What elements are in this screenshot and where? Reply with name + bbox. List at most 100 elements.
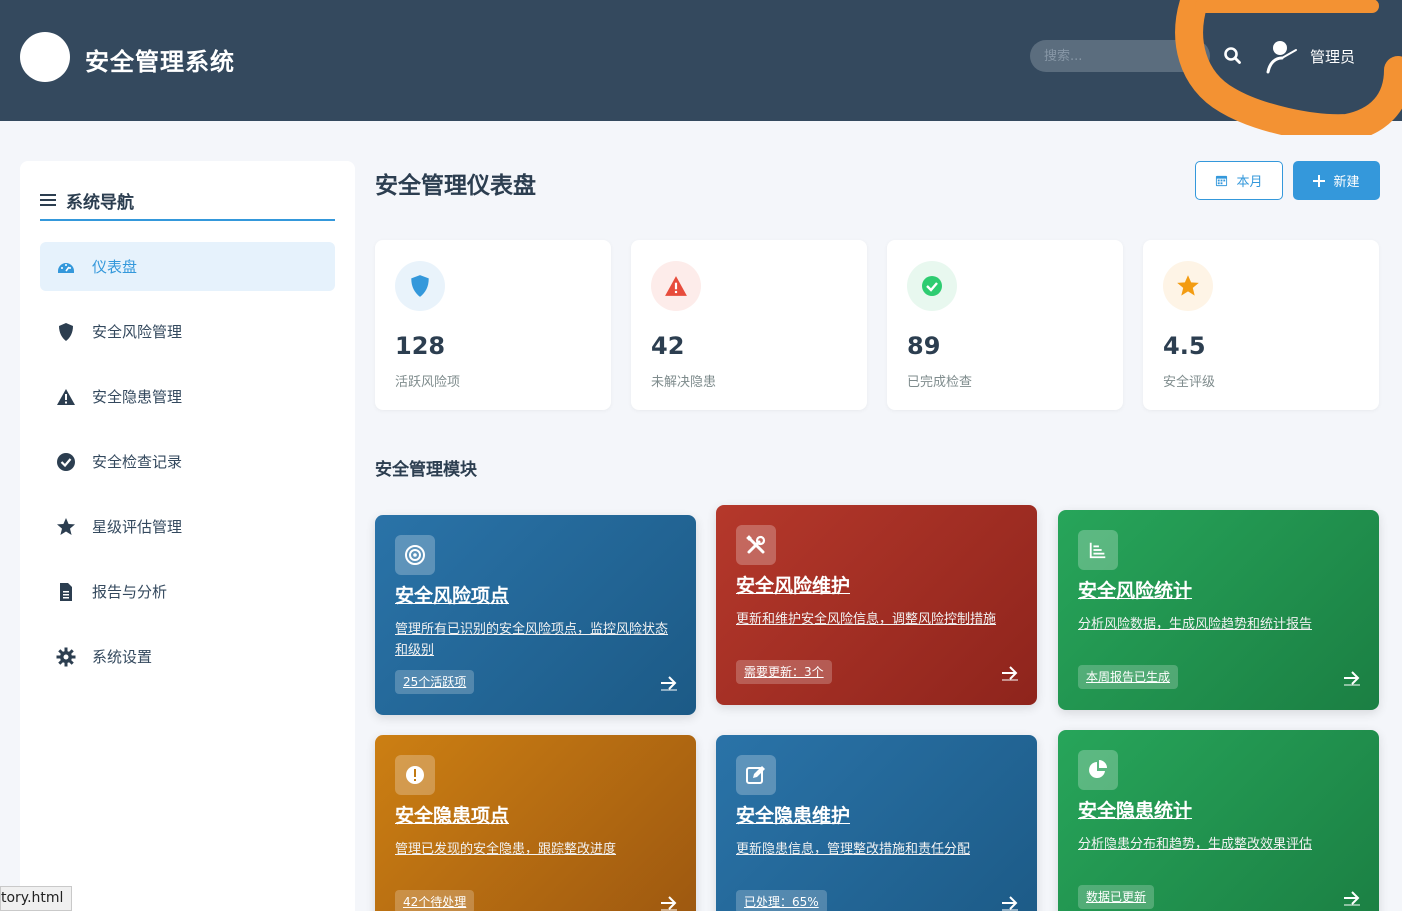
module-desc: 管理所有已识别的安全风险项点，监控风险状态和级别 <box>395 622 669 658</box>
stat-icon-wrap <box>1163 261 1213 311</box>
stat-card-hazard: 42 未解决隐患 <box>631 240 867 410</box>
module-desc: 分析隐患分布和趋势，生成整改效果评估 <box>1078 837 1313 852</box>
arrow-right-icon[interactable] <box>1001 895 1019 911</box>
module-title: 安全风险项点 <box>395 585 510 607</box>
arrow-right-icon[interactable] <box>1343 670 1361 686</box>
app-title: 安全管理系统 <box>85 48 235 76</box>
sidebar-item-label: 安全检查记录 <box>92 453 183 471</box>
module-title: 安全风险维护 <box>736 575 851 597</box>
menu-icon <box>40 194 56 206</box>
arrow-right-icon[interactable] <box>660 675 678 691</box>
arrow-right-icon[interactable] <box>660 895 678 911</box>
month-filter-label: 本月 <box>1236 175 1263 190</box>
bar-chart-icon <box>1089 542 1106 559</box>
search-icon <box>1224 47 1241 64</box>
module-title: 安全隐患统计 <box>1078 800 1193 822</box>
module-card-risk-maintenance[interactable]: 安全风险维护 更新和维护安全风险信息，调整风险控制措施 需要更新：3个 <box>716 505 1037 705</box>
stat-label: 安全评级 <box>1163 375 1216 390</box>
module-icon-wrap <box>395 535 435 575</box>
sidebar-item-label: 星级评估管理 <box>92 518 183 536</box>
module-card-hazard-points[interactable]: 安全隐患项点 管理已发现的安全隐患，跟踪整改进度 42个待处理 <box>375 735 696 911</box>
module-badge: 需要更新：3个 <box>736 660 832 684</box>
month-filter-button[interactable]: 本月 <box>1195 161 1283 200</box>
sidebar-item-label: 系统设置 <box>92 648 153 666</box>
status-bar-url: tory.html <box>0 886 73 911</box>
sidebar-heading: 系统导航 <box>66 192 134 213</box>
module-title: 安全隐患维护 <box>736 805 851 827</box>
star-icon <box>57 517 75 535</box>
shield-icon <box>59 322 73 341</box>
module-card-hazard-statistics[interactable]: 安全隐患统计 分析隐患分布和趋势，生成整改效果评估 数据已更新 <box>1058 730 1379 911</box>
stat-card-risk: 128 活跃风险项 <box>375 240 611 410</box>
sidebar-item-label: 报告与分析 <box>92 583 168 601</box>
stat-card-rating: 4.5 安全评级 <box>1143 240 1379 410</box>
module-icon-wrap <box>395 755 435 795</box>
plus-icon <box>1313 174 1326 187</box>
module-card-risk-points[interactable]: 安全风险项点 管理所有已识别的安全风险项点，监控风险状态和级别 25个活跃项 <box>375 515 696 715</box>
edit-icon <box>746 766 765 784</box>
section-title: 安全管理模块 <box>375 460 477 480</box>
stat-value: 128 <box>395 332 446 360</box>
arrow-right-icon[interactable] <box>1001 665 1019 681</box>
search-button[interactable] <box>1222 45 1244 67</box>
module-desc: 管理已发现的安全隐患，跟踪整改进度 <box>395 842 617 857</box>
stat-icon-wrap <box>395 261 445 311</box>
page-title: 安全管理仪表盘 <box>375 173 536 199</box>
warning-icon <box>57 388 75 405</box>
sidebar-item-hazard[interactable]: 安全隐患管理 <box>40 372 335 421</box>
module-desc: 更新和维护安全风险信息，调整风险控制措施 <box>736 612 997 627</box>
module-badge: 42个待处理 <box>395 890 475 911</box>
sidebar-item-reports[interactable]: 报告与分析 <box>40 567 335 616</box>
sidebar-item-rating[interactable]: 星级评估管理 <box>40 502 335 551</box>
stat-value: 89 <box>907 332 941 360</box>
sidebar-item-risk[interactable]: 安全风险管理 <box>40 307 335 356</box>
module-desc: 更新隐患信息，管理整改措施和责任分配 <box>736 842 971 857</box>
shield-icon <box>411 275 429 297</box>
exclamation-icon <box>406 766 424 784</box>
tools-icon <box>746 535 766 554</box>
arrow-right-icon[interactable] <box>1343 890 1361 906</box>
module-desc: 分析风险数据，生成风险趋势和统计报告 <box>1078 617 1313 632</box>
sidebar-item-inspection[interactable]: 安全检查记录 <box>40 437 335 486</box>
sidebar-item-label: 安全风险管理 <box>92 323 183 341</box>
module-icon-wrap <box>736 525 776 565</box>
module-badge: 25个活跃项 <box>395 670 475 694</box>
new-button[interactable]: 新建 <box>1293 161 1380 200</box>
check-circle-icon <box>57 452 75 471</box>
gear-icon <box>56 647 76 666</box>
star-icon <box>1177 275 1199 296</box>
stat-icon-wrap <box>651 261 701 311</box>
sidebar: 系统导航 仪表盘 安全风险管理 安全隐患管理 安全检查记录 星级评估管理 报告与… <box>20 161 355 911</box>
module-icon-wrap <box>1078 750 1118 790</box>
document-icon <box>60 582 72 601</box>
user-name: 管理员 <box>1310 47 1356 66</box>
top-header: 安全管理系统 管理员 <box>0 0 1402 135</box>
stat-icon-wrap <box>907 261 957 311</box>
stat-card-inspection: 89 已完成检查 <box>887 240 1123 410</box>
sidebar-item-label: 仪表盘 <box>92 258 138 276</box>
pie-chart-icon <box>1089 760 1107 778</box>
warning-icon <box>665 276 687 296</box>
stat-label: 未解决隐患 <box>651 375 717 390</box>
sidebar-item-label: 安全隐患管理 <box>92 388 183 406</box>
module-card-hazard-maintenance[interactable]: 安全隐患维护 更新隐患信息，管理整改措施和责任分配 已处理：65% <box>716 735 1037 911</box>
module-badge: 本周报告已生成 <box>1078 665 1179 689</box>
module-title: 安全隐患项点 <box>395 805 510 827</box>
module-title: 安全风险统计 <box>1078 580 1193 602</box>
stat-value: 42 <box>651 332 685 360</box>
user-icon <box>1266 41 1297 74</box>
dashboard-icon <box>58 262 74 273</box>
calendar-icon <box>1216 175 1228 187</box>
app-logo <box>20 32 70 82</box>
sidebar-item-settings[interactable]: 系统设置 <box>40 632 335 681</box>
sidebar-item-dashboard[interactable]: 仪表盘 <box>40 242 335 291</box>
stat-value: 4.5 <box>1163 332 1206 360</box>
sidebar-header: 系统导航 <box>40 181 335 221</box>
check-circle-icon <box>922 276 942 296</box>
module-card-risk-statistics[interactable]: 安全风险统计 分析风险数据，生成风险趋势和统计报告 本周报告已生成 <box>1058 510 1379 710</box>
new-button-label: 新建 <box>1333 175 1360 190</box>
stat-label: 已完成检查 <box>907 375 973 390</box>
user-menu[interactable]: 管理员 <box>1264 38 1355 74</box>
search-input[interactable] <box>1030 40 1210 72</box>
module-icon-wrap <box>1078 530 1118 570</box>
